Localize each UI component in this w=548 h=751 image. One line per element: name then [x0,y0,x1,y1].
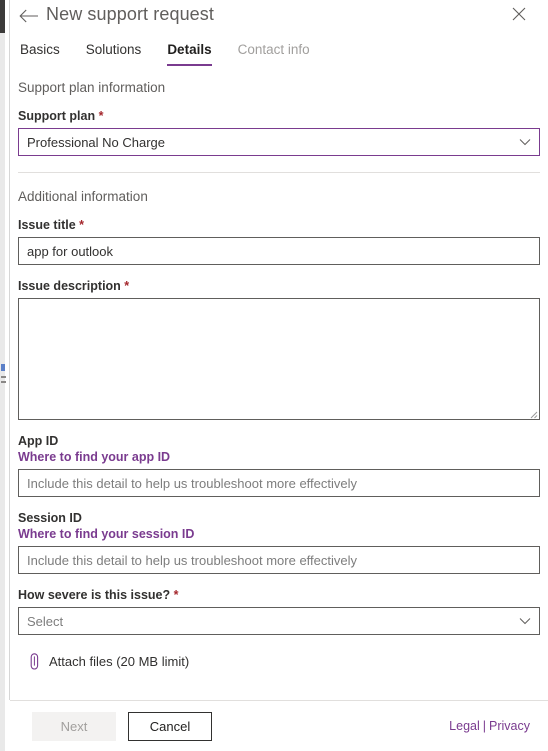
section-heading-support-plan-information: Support plan information [18,80,166,95]
issue-description-wrap [18,298,540,420]
privacy-link[interactable]: Privacy [489,719,530,733]
panel-footer: Next Cancel Legal | Privacy [10,701,548,751]
underlying-page-dark-strip [0,0,5,33]
issue-description-label-text: Issue description [18,279,121,293]
close-icon[interactable] [508,6,530,28]
section-divider [18,172,540,173]
tab-basics[interactable]: Basics [20,42,74,66]
panel-header: New support request [10,0,548,36]
next-button[interactable]: Next [32,711,116,741]
required-asterisk: * [98,109,104,123]
required-asterisk: * [173,588,179,602]
legal-separator: | [482,719,487,733]
tab-bar: Basics Solutions Details Contact info [20,42,336,66]
field-session-id: Session ID Where to find your session ID [18,511,540,574]
tab-solutions[interactable]: Solutions [86,42,156,66]
attach-files-button[interactable]: Attach files (20 MB limit) [28,653,189,670]
app-id-help-link[interactable]: Where to find your app ID [18,450,540,464]
field-issue-title: Issue title * [18,218,540,265]
support-plan-select-wrap: Professional No Charge [18,128,540,156]
underlying-page-dash-2 [1,381,6,383]
tab-details[interactable]: Details [167,42,225,66]
severity-select-wrap: Select [18,607,540,635]
arrow-left-icon[interactable] [18,6,40,28]
cancel-button[interactable]: Cancel [128,711,212,741]
session-id-label: Session ID [18,511,82,525]
support-plan-label-text: Support plan [18,109,96,123]
legal-link[interactable]: Legal [449,719,480,733]
session-id-help-link[interactable]: Where to find your session ID [18,527,540,541]
field-support-plan: Support plan * Professional No Charge [18,109,540,156]
tab-contact-info[interactable]: Contact info [238,42,324,66]
panel-content: New support request Basics Solutions Det… [10,0,548,751]
session-id-input[interactable] [18,546,540,574]
field-severity: How severe is this issue? * Select [18,588,540,635]
issue-title-label-text: Issue title [18,218,76,232]
section-heading-additional-information: Additional information [18,189,148,204]
support-plan-select[interactable]: Professional No Charge [18,128,540,156]
issue-description-textarea[interactable] [18,298,540,420]
severity-label-text: How severe is this issue? [18,588,171,602]
app-id-input[interactable] [18,469,540,497]
issue-description-label: Issue description * [18,279,540,293]
support-request-panel: New support request Basics Solutions Det… [0,0,548,751]
attach-files-label: Attach files (20 MB limit) [49,654,190,669]
issue-title-label: Issue title * [18,218,540,232]
severity-select[interactable]: Select [18,607,540,635]
underlying-page-dash-1 [1,376,6,378]
form-body: Support plan information Support plan * … [10,78,548,670]
field-app-id: App ID Where to find your app ID [18,434,540,497]
required-asterisk: * [79,218,85,232]
field-issue-description: Issue description * [18,279,540,420]
app-id-label: App ID [18,434,59,448]
severity-label: How severe is this issue? * [18,588,540,602]
paperclip-icon [28,653,40,670]
underlying-page-gray-strip [0,33,5,751]
required-asterisk: * [124,279,130,293]
underlying-page-blue-marker [1,364,5,371]
support-plan-label: Support plan * [18,109,540,123]
legal-links: Legal | Privacy [449,719,530,733]
page-title: New support request [46,4,214,24]
issue-title-input[interactable] [18,237,540,265]
